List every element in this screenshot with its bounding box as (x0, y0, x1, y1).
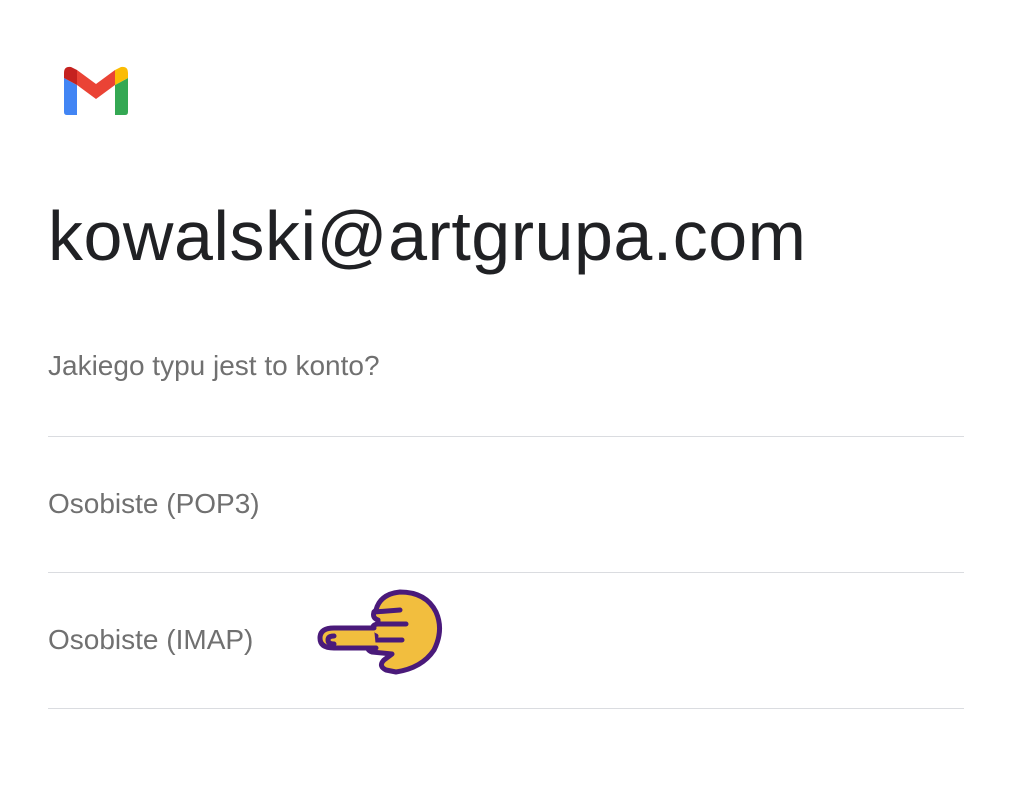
account-email-heading: kowalski@artgrupa.com (48, 197, 807, 275)
gmail-logo-icon (64, 66, 128, 115)
option-personal-imap[interactable]: Osobiste (IMAP) (48, 573, 964, 707)
account-type-question: Jakiego typu jest to konto? (48, 350, 380, 381)
pointing-hand-icon (317, 589, 442, 675)
option-label: Osobiste (POP3) (48, 488, 260, 519)
option-personal-pop3[interactable]: Osobiste (POP3) (48, 437, 964, 571)
option-label: Osobiste (IMAP) (48, 624, 254, 655)
divider (48, 708, 964, 709)
